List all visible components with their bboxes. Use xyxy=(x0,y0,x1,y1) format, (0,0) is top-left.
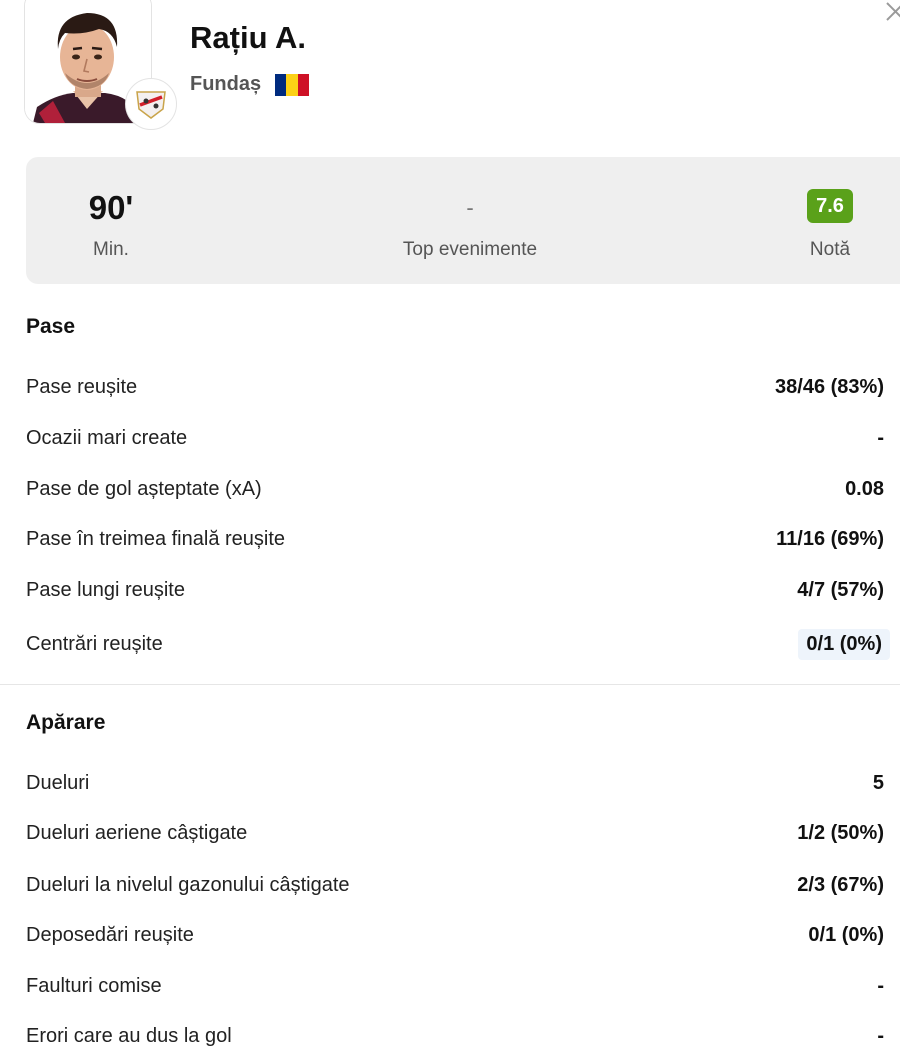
rating-stat: 7.6 Notă xyxy=(800,187,860,261)
stat-row: Erori care au dus la gol - xyxy=(26,1021,884,1051)
player-position: Fundaș xyxy=(190,73,262,95)
stat-label: Ocazii mari create xyxy=(26,426,188,449)
romania-flag-icon xyxy=(275,73,310,96)
minutes-value: 90' xyxy=(88,189,134,226)
player-meta: Fundaș xyxy=(190,73,310,96)
stat-row: Dueluri la nivelul gazonului câștigate 2… xyxy=(26,870,884,900)
stat-label: Dueluri la nivelul gazonului câștigate xyxy=(26,873,350,896)
stat-value: 2/3 (67%) xyxy=(797,873,884,896)
top-events-label: Top evenimente xyxy=(402,239,538,260)
section-divider xyxy=(0,684,900,685)
stat-label: Erori care au dus la gol xyxy=(26,1024,232,1047)
stat-label: Deposedări reușite xyxy=(26,923,194,946)
stat-value: 4/7 (57%) xyxy=(797,578,884,601)
stat-row: Dueluri 5 xyxy=(26,768,884,798)
stat-row: Pase reușite 38/46 (83%) xyxy=(26,372,884,402)
section-title-passes: Pase xyxy=(26,315,76,338)
stat-value: 0/1 (0%) xyxy=(798,628,890,660)
stat-row: Deposedări reușite 0/1 (0%) xyxy=(26,920,884,950)
stat-value: 11/16 (69%) xyxy=(776,527,884,550)
minutes-stat: 90' Min. xyxy=(78,187,144,261)
stat-label: Pase reușite xyxy=(26,375,138,398)
stat-row: Dueluri aeriene câștigate 1/2 (50%) xyxy=(26,818,884,848)
stat-row: Pase de gol așteptate (xA) 0.08 xyxy=(26,474,884,504)
stat-value: 38/46 (83%) xyxy=(775,375,884,398)
stat-value: 0.08 xyxy=(845,477,884,500)
stat-row: Ocazii mari create - xyxy=(26,423,884,453)
club-crest-icon xyxy=(136,91,166,119)
stat-row: Pase lungi reușite 4/7 (57%) xyxy=(26,575,884,605)
player-name: Rațiu A. xyxy=(190,20,306,55)
close-icon[interactable] xyxy=(884,0,900,24)
stat-row: Pase în treimea finală reușite 11/16 (69… xyxy=(26,524,884,554)
stat-value: - xyxy=(877,426,884,449)
stat-label: Pase de gol așteptate (xA) xyxy=(26,477,262,500)
stat-value: - xyxy=(877,974,884,997)
stat-value: 1/2 (50%) xyxy=(797,821,884,844)
stat-label: Faulturi comise xyxy=(26,974,162,997)
stat-label: Dueluri aeriene câștigate xyxy=(26,821,248,844)
stat-value: 5 xyxy=(872,771,884,794)
stat-value: - xyxy=(877,1024,884,1047)
stat-label: Centrări reușite xyxy=(26,632,163,655)
stat-row: Faulturi comise - xyxy=(26,971,884,1001)
stat-label: Dueluri xyxy=(26,771,90,794)
stat-label: Pase în treimea finală reușite xyxy=(26,527,286,550)
minutes-label: Min. xyxy=(93,239,129,260)
stat-value: 0/1 (0%) xyxy=(808,923,884,946)
rating-badge: 7.6 xyxy=(807,189,853,223)
stat-row[interactable]: Centrări reușite 0/1 (0%) xyxy=(26,628,890,660)
club-badge xyxy=(125,78,177,130)
top-events-value: - xyxy=(466,195,474,220)
top-events-stat: - Top evenimente xyxy=(370,187,570,261)
rating-label: Notă xyxy=(809,239,851,260)
stat-label: Pase lungi reușite xyxy=(26,578,185,601)
section-title-defense: Apărare xyxy=(26,711,106,734)
summary-panel: 90' Min. - Top evenimente 7.6 Notă xyxy=(26,157,900,284)
